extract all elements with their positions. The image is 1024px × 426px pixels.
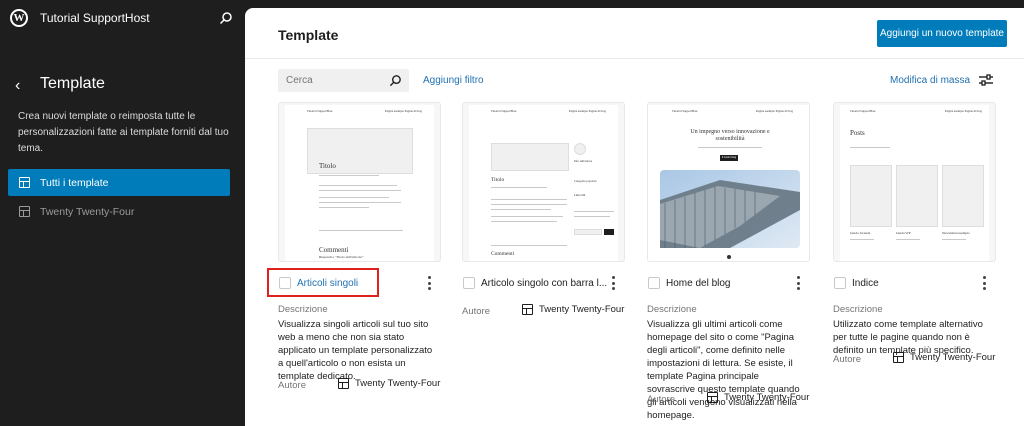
sidebar-item-all-templates[interactable]: Tutti i template [8,169,230,196]
preview-site-name: Tutorial SupportHost [672,109,698,113]
template-preview[interactable]: Tutorial SupportHost Pagina esempio Pagi… [278,102,441,262]
author-name: Twenty Twenty-Four [910,352,996,363]
wordpress-icon[interactable]: W [10,9,28,27]
preview-title: Titolo [491,177,505,183]
more-vertical-icon[interactable] [981,276,987,290]
preview-hero-button: Il nostro blog [720,155,738,161]
search-input[interactable] [278,69,378,92]
top-bar: W Tutorial SupportHost [0,0,245,36]
template-card: Tutorial SupportHost Pagina esempio Pagi… [267,102,441,422]
preview-input [574,229,602,235]
page-title: Template [278,27,339,43]
template-card: Tutorial SupportHost Pagina esempio Pagi… [833,102,996,422]
preview-avatar [574,143,586,155]
template-title[interactable]: Indice [852,278,879,289]
template-card: Tutorial SupportHost Pagina esempio Pagi… [462,102,625,422]
author-label: Autore [833,354,861,365]
preview-site-name: Tutorial SupportHost [307,109,333,113]
app-window: W Tutorial SupportHost ‹ Template Crea n… [0,0,1024,426]
preview-posts-heading: Posts [850,129,865,137]
template-preview[interactable]: Tutorial SupportHost Pagina esempio Pagi… [833,102,996,262]
more-vertical-icon[interactable] [795,276,801,290]
preview-post-card-title: Guida WP [896,231,911,235]
preview-image-placeholder [942,165,984,227]
template-author: Twenty Twenty-Four [338,378,440,389]
template-author: Twenty Twenty-Four [522,304,624,315]
sidebar-title: Template [40,75,105,92]
preview-post-card-title: Guida Jornada [850,231,871,235]
template-description: Visualizza singoli articoli sul tuo sito… [278,319,433,382]
architecture-image [660,170,800,248]
search-field[interactable] [278,69,409,92]
author-label: Autore [647,394,675,405]
preview-sidebar-about: Info sull'autore [574,159,593,163]
template-card: Tutorial SupportHost Pagina esempio Pagi… [647,102,810,422]
template-description: Visualizza gli ultimi articoli come home… [647,319,800,421]
description-label: Descrizione [647,304,697,315]
author-name: Twenty Twenty-Four [724,392,810,403]
sliders-icon[interactable] [979,74,993,86]
preview-image-placeholder [850,165,892,227]
layout-icon [893,352,904,363]
template-preview[interactable]: Tutorial SupportHost Pagina esempio Pagi… [647,102,810,262]
preview-respond: Rispondi a "Titolo dell'articolo" [319,255,364,259]
sidebar-item-label: Tutti i template [40,176,109,189]
preview-comments: Commenti [319,246,349,254]
template-author: Twenty Twenty-Four [707,392,809,403]
author-name: Twenty Twenty-Four [355,378,441,389]
add-filter-link[interactable]: Aggiungi filtro [423,75,484,86]
preview-nav: Pagina esempio Pagina di blog [756,109,793,113]
preview-site-name: Tutorial SupportHost [850,109,876,113]
template-title[interactable]: Articoli singoli [297,278,358,289]
layout-icon [338,378,349,389]
layout-icon [707,392,718,403]
template-title[interactable]: Articolo singolo con barra l... [481,278,607,289]
preview-nav: Pagina esempio Pagina di blog [385,109,422,113]
template-title[interactable]: Home del blog [666,278,730,289]
carousel-dot[interactable] [727,255,731,259]
preview-nav: Pagina esempio Pagina di blog [945,109,982,113]
select-checkbox[interactable] [648,277,660,289]
preview-image-placeholder [491,143,569,171]
description-label: Descrizione [278,304,328,315]
author-label: Autore [278,380,306,391]
template-preview[interactable]: Tutorial SupportHost Pagina esempio Pagi… [462,102,625,262]
template-author: Twenty Twenty-Four [893,352,995,363]
more-vertical-icon[interactable] [426,276,432,290]
preview-hero-text: Un impegno verso innovazione e sostenibi… [690,129,770,142]
preview-title: Titolo [319,162,336,170]
preview-sidebar-links: Link utili [574,193,586,197]
sidebar-item-twenty-twenty-four[interactable]: Twenty Twenty-Four [8,198,230,225]
preview-site-name: Tutorial SupportHost [491,109,517,113]
layout-icon [19,206,30,217]
bulk-edit-link[interactable]: Modifica di massa [890,75,970,86]
sidebar-item-label: Twenty Twenty-Four [40,205,135,218]
preview-nav: Pagina esempio Pagina di blog [569,109,606,113]
search-icon[interactable] [219,11,233,25]
preview-post-card-title: Newsletter/esempio [942,231,970,235]
author-name: Twenty Twenty-Four [539,304,625,315]
sidebar-description: Crea nuovi template o reimposta tutte le… [18,111,229,154]
preview-comments: Commenti [491,251,515,257]
preview-sidebar-popular: Categorie popolari [574,179,597,183]
site-name[interactable]: Tutorial SupportHost [40,11,150,25]
author-label: Autore [462,306,490,317]
layout-icon [522,304,533,315]
divider [245,58,1024,59]
back-arrow-icon[interactable]: ‹ [15,77,20,95]
add-template-button[interactable]: Aggiungi un nuovo template [877,20,1007,47]
select-checkbox[interactable] [279,277,291,289]
search-icon [389,75,401,87]
select-checkbox[interactable] [834,277,846,289]
main-panel: Template Aggiungi un nuovo template Aggi… [245,8,1024,426]
layout-icon [19,177,30,188]
select-checkbox[interactable] [463,277,475,289]
preview-image-placeholder [896,165,938,227]
more-vertical-icon[interactable] [610,276,616,290]
description-label: Descrizione [833,304,883,315]
sidebar: W Tutorial SupportHost ‹ Template Crea n… [0,0,245,426]
